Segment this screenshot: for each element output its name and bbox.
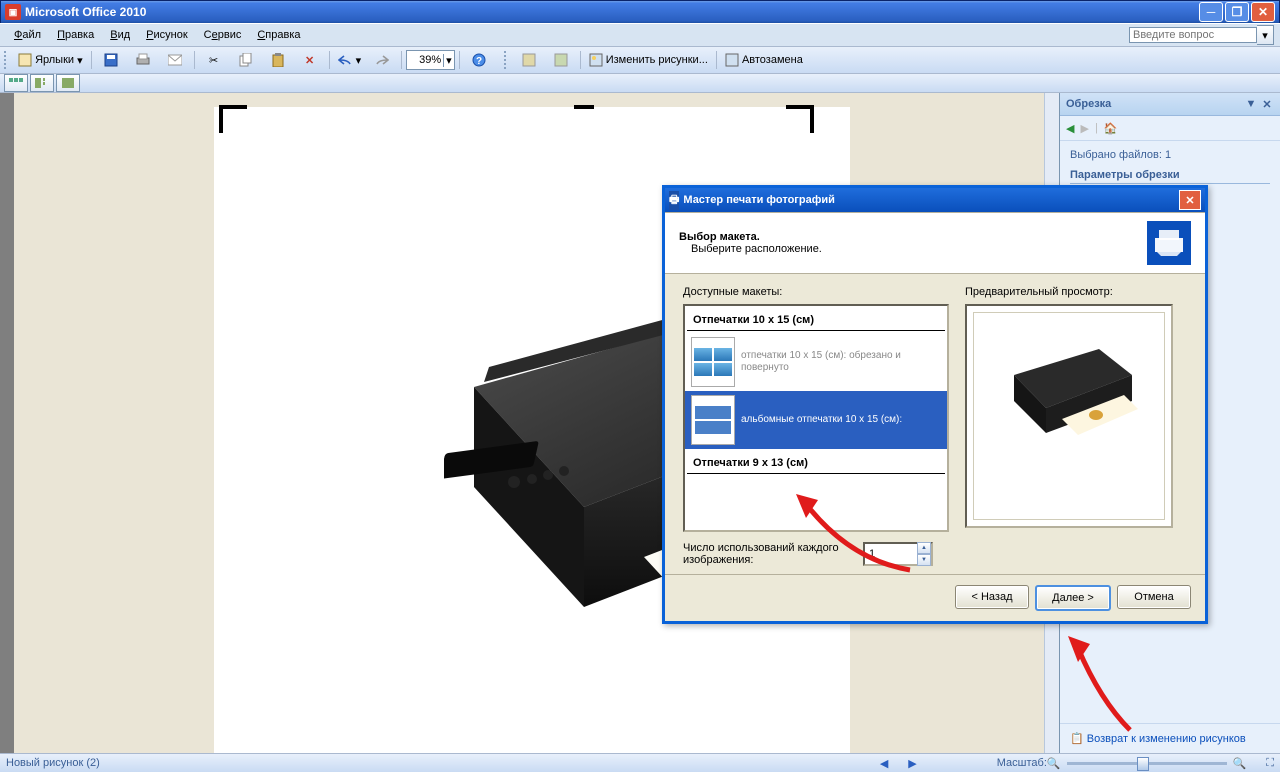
- mail-icon[interactable]: [160, 48, 190, 72]
- zoom-combo[interactable]: ▾: [406, 50, 455, 70]
- nav-home-icon[interactable]: 🏠: [1104, 122, 1118, 135]
- app-icon: ▣: [5, 4, 21, 20]
- nav-back-icon[interactable]: ◀: [1066, 122, 1074, 135]
- status-bar: Новый рисунок (2) ◀ ▶ Масштаб: 🔍 🔍 ⛶: [0, 753, 1280, 772]
- view-mode-strip: [0, 74, 1280, 93]
- maximize-button[interactable]: ❐: [1225, 2, 1249, 22]
- filmstrip-view-button[interactable]: [30, 74, 54, 92]
- menu-service[interactable]: Сервис: [196, 27, 250, 43]
- back-to-edit-link[interactable]: 📋 Возврат к изменению рисунков: [1070, 733, 1246, 745]
- back-button[interactable]: < Назад: [955, 585, 1029, 609]
- dialog-subheading: Выберите расположение.: [679, 243, 822, 255]
- shortcuts-button[interactable]: Ярлыки ▾: [14, 48, 87, 72]
- usage-label: Число использований каждого изображения:: [683, 542, 853, 566]
- dialog-title: Мастер печати фотографий: [683, 194, 834, 206]
- zoom-out-icon[interactable]: 🔍: [1047, 757, 1061, 770]
- spin-up-icon[interactable]: ▲: [917, 542, 931, 554]
- zoom-input[interactable]: [407, 54, 443, 66]
- app-title: Microsoft Office 2010: [25, 5, 146, 19]
- ask-question-box[interactable]: ▾: [1129, 25, 1274, 45]
- usage-spinner[interactable]: ▲▼: [863, 542, 933, 566]
- autoreplace-button[interactable]: Автозамена: [721, 48, 807, 72]
- dialog-heading: Выбор макета.: [679, 231, 760, 243]
- nav-forward-icon: ▶: [1080, 122, 1088, 135]
- save-icon[interactable]: [96, 48, 126, 72]
- cancel-button[interactable]: Отмена: [1117, 585, 1191, 609]
- layout-list[interactable]: Отпечатки 10 x 15 (см) отпечатки 10 x 15…: [683, 304, 949, 532]
- close-button[interactable]: ✕: [1251, 2, 1275, 22]
- available-layouts-label: Доступные макеты:: [683, 286, 949, 298]
- single-view-button[interactable]: [56, 74, 80, 92]
- help-icon[interactable]: ?: [464, 48, 494, 72]
- preview-thumbnail: [1004, 333, 1144, 443]
- usage-input[interactable]: [865, 547, 917, 561]
- dialog-icon: 🖶: [669, 191, 679, 210]
- fit-window-icon[interactable]: ⛶: [1266, 757, 1274, 770]
- print-icon[interactable]: [128, 48, 158, 72]
- prev-image-icon[interactable]: ◀: [880, 757, 888, 770]
- toolbar-main: Ярлыки ▾ ✂ ✕ ▾ ▾ ? Изменить рисунки... А…: [0, 47, 1280, 74]
- menu-file[interactable]: Файл: [6, 27, 49, 43]
- svg-text:?: ?: [476, 56, 482, 67]
- sidebar-nav: ◀ ▶ | 🏠: [1060, 116, 1280, 141]
- undo-icon[interactable]: ▾: [334, 48, 366, 72]
- layout-section-9x13: Отпечатки 9 x 13 (см): [687, 453, 945, 474]
- wizard-step-icon: [1147, 221, 1191, 265]
- dialog-close-button[interactable]: ✕: [1179, 190, 1201, 210]
- menu-help[interactable]: Справка: [249, 27, 308, 43]
- zoom-slider[interactable]: 🔍 🔍 ⛶: [1047, 757, 1274, 770]
- status-doc-name: Новый рисунок (2): [6, 757, 100, 769]
- zoom-label: Масштаб:: [997, 757, 1047, 769]
- paste-icon[interactable]: [263, 48, 293, 72]
- delete-icon[interactable]: ✕: [295, 48, 325, 72]
- ask-question-input[interactable]: [1129, 27, 1257, 43]
- selected-count-label: Выбрано файлов: 1: [1070, 149, 1270, 161]
- window-title-bar: ▣ Microsoft Office 2010 ─ ❐ ✕: [0, 0, 1280, 23]
- redo-icon[interactable]: [367, 48, 397, 72]
- minimize-button[interactable]: ─: [1199, 2, 1223, 22]
- menu-bar: Файл Правка Вид Рисунок Сервис Справка ▾: [0, 23, 1280, 47]
- spin-down-icon[interactable]: ▼: [917, 554, 931, 566]
- preview-label: Предварительный просмотр:: [965, 286, 1173, 298]
- next-image-icon[interactable]: ▶: [908, 757, 916, 770]
- menu-picture[interactable]: Рисунок: [138, 27, 196, 43]
- next-button[interactable]: Далее >: [1035, 585, 1111, 611]
- copy-icon[interactable]: [231, 48, 261, 72]
- ask-dropdown-icon[interactable]: ▾: [1257, 25, 1274, 45]
- layout-item-cropped[interactable]: отпечатки 10 x 15 (см): обрезано и повер…: [685, 333, 947, 391]
- sidebar-title: Обрезка: [1066, 98, 1111, 110]
- zoom-in-icon[interactable]: 🔍: [1233, 757, 1247, 770]
- dialog-title-bar[interactable]: 🖶 Мастер печати фотографий ✕: [665, 188, 1205, 212]
- sidebar-dropdown-icon[interactable]: ▼: [1244, 97, 1258, 111]
- print-wizard-dialog: 🖶 Мастер печати фотографий ✕ Выбор макет…: [662, 185, 1208, 624]
- tool-icon[interactable]: [546, 48, 576, 72]
- menu-edit[interactable]: Правка: [49, 27, 102, 43]
- edit-pictures-button[interactable]: Изменить рисунки...: [585, 48, 712, 72]
- thumbnail-view-button[interactable]: [4, 74, 28, 92]
- menu-view[interactable]: Вид: [102, 27, 138, 43]
- cut-icon[interactable]: ✂: [199, 48, 229, 72]
- auto-correct-icon[interactable]: [514, 48, 544, 72]
- sidebar-close-icon[interactable]: ✕: [1260, 97, 1274, 111]
- layout-section-10x15: Отпечатки 10 x 15 (см): [687, 310, 945, 331]
- preview-pane: [965, 304, 1173, 528]
- crop-params-header: Параметры обрезки: [1070, 169, 1270, 184]
- layout-item-album[interactable]: альбомные отпечатки 10 x 15 (см):: [685, 391, 947, 449]
